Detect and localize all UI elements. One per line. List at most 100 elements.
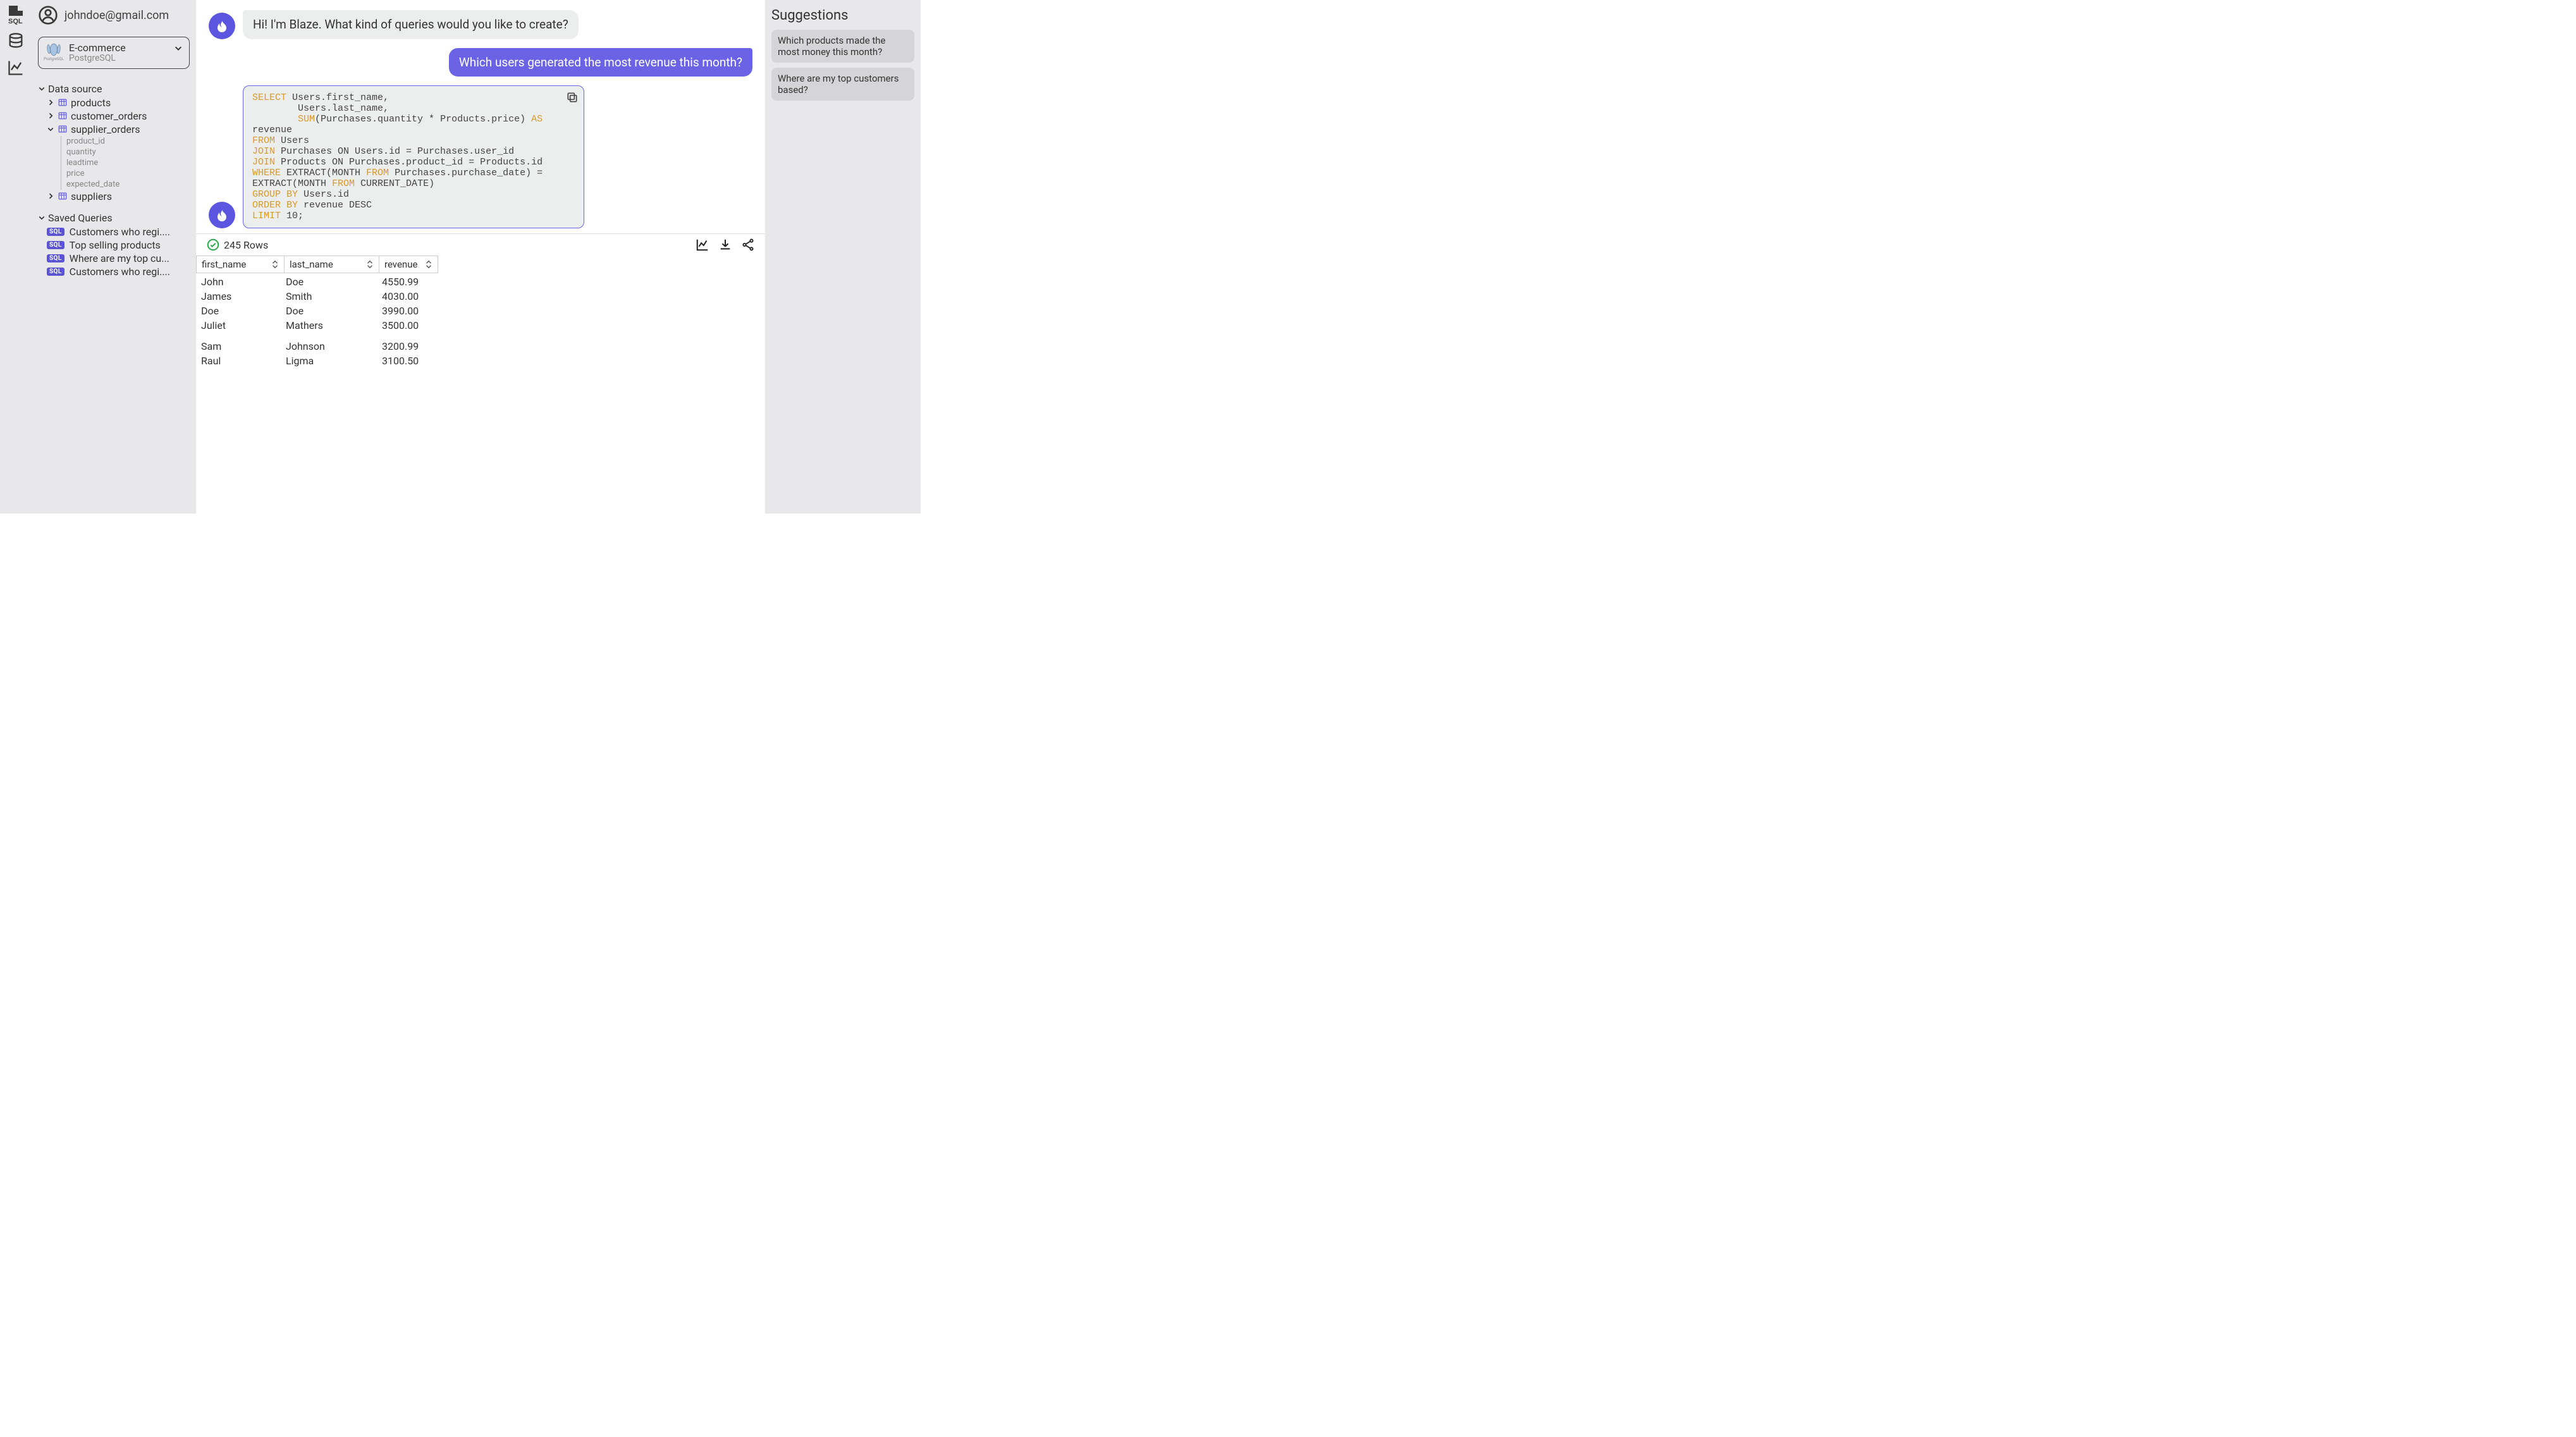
table-icon [58, 192, 67, 200]
table-item[interactable]: suppliers [38, 190, 190, 203]
column-item[interactable]: expected_date [66, 179, 190, 190]
postgresql-logo-icon: PostgreSQL [45, 43, 63, 62]
chevron-icon [47, 125, 54, 133]
column-item[interactable]: product_id [66, 136, 190, 147]
data-source-header[interactable]: Data source [38, 83, 190, 95]
table-row[interactable]: JamesSmith4030.00 [196, 289, 765, 304]
user-info[interactable]: johndoe@gmail.com [38, 5, 190, 25]
database-selector[interactable]: PostgreSQL E-commerce PostgreSQL [38, 37, 190, 69]
column-list: product_idquantityleadtimepriceexpected_… [61, 136, 190, 190]
sidebar: johndoe@gmail.com PostgreSQL E-commerce … [32, 0, 196, 514]
chevron-down-icon [38, 85, 46, 92]
table-name: customer_orders [71, 110, 147, 122]
column-label: last_name [290, 259, 333, 270]
cell-first-name: Juliet [196, 319, 285, 331]
cell-first-name: Raul [196, 355, 285, 367]
table-item[interactable]: products [38, 96, 190, 109]
saved-query-label: Customers who regi.... [70, 266, 170, 278]
saved-query-label: Customers who regi.... [70, 226, 170, 238]
db-name: E-commerce [69, 42, 126, 54]
chevron-icon [47, 192, 54, 200]
chart-icon[interactable] [696, 238, 709, 252]
chevron-down-icon [38, 214, 46, 221]
table-icon [58, 98, 67, 107]
suggestions-panel: Suggestions Which products made the most… [765, 0, 921, 514]
cell-revenue: 3100.50 [379, 355, 438, 367]
sort-icon[interactable] [425, 260, 432, 269]
column-item[interactable]: leadtime [66, 157, 190, 168]
table-name: suppliers [71, 190, 112, 202]
sql-badge-icon: SQL [47, 241, 64, 249]
user-bubble: Which users generated the most revenue t… [449, 48, 752, 77]
column-header[interactable]: revenue [379, 256, 438, 273]
chevron-icon [47, 99, 54, 106]
sort-icon[interactable] [271, 260, 279, 269]
cell-first-name: Sam [196, 340, 285, 352]
column-header[interactable]: first_name [196, 256, 285, 273]
table-row[interactable]: SamJohnson3200.99 [196, 339, 765, 354]
column-header[interactable]: last_name [285, 256, 379, 273]
table-row[interactable]: RaulLigma3100.50 [196, 354, 765, 368]
saved-query-label: Top selling products [70, 239, 161, 251]
cell-revenue: 3500.00 [379, 319, 438, 331]
saved-queries-header[interactable]: Saved Queries [38, 212, 190, 224]
saved-queries-label: Saved Queries [48, 212, 113, 224]
cell-last-name: Doe [285, 276, 379, 288]
share-icon[interactable] [741, 238, 755, 252]
blaze-avatar-icon [209, 13, 235, 39]
chart-line-icon[interactable] [5, 57, 27, 78]
table-row[interactable]: JulietMathers3500.00 [196, 318, 765, 333]
results-bar: 245 Rows [196, 233, 765, 256]
table-name: products [71, 97, 111, 109]
sql-code-block[interactable]: SELECT Users.first_name, Users.last_name… [243, 85, 584, 228]
cell-last-name: Ligma [285, 355, 379, 367]
cell-last-name: Johnson [285, 340, 379, 352]
sql-badge-icon: SQL [47, 268, 64, 276]
suggestion-item[interactable]: Where are my top customers based? [771, 68, 914, 101]
saved-query-item[interactable]: SQL Top selling products [38, 238, 190, 252]
cell-first-name: John [196, 276, 285, 288]
column-label: first_name [202, 259, 246, 270]
table-item[interactable]: customer_orders [38, 109, 190, 123]
table-row[interactable]: DoeDoe3990.00 [196, 304, 765, 318]
suggestion-item[interactable]: Which products made the most money this … [771, 30, 914, 63]
download-icon[interactable] [718, 238, 732, 252]
copy-icon[interactable] [566, 91, 579, 104]
db-type: PostgreSQL [69, 54, 126, 63]
cell-last-name: Doe [285, 305, 379, 317]
sql-badge-icon: SQL [47, 254, 64, 262]
blaze-avatar-icon [209, 202, 235, 228]
data-source-label: Data source [48, 83, 102, 95]
saved-query-item[interactable]: SQL Customers who regi.... [38, 225, 190, 238]
cell-last-name: Mathers [285, 319, 379, 331]
suggestions-list: Which products made the most money this … [771, 30, 914, 101]
check-circle-icon [206, 238, 220, 252]
chevron-icon [47, 112, 54, 120]
suggestions-title: Suggestions [771, 8, 914, 23]
table-item[interactable]: supplier_orders [38, 123, 190, 136]
sql-badge-icon: SQL [47, 228, 64, 236]
chat-area: Hi! I'm Blaze. What kind of queries woul… [196, 0, 765, 233]
table-header: first_name last_name revenue [196, 256, 765, 273]
user-avatar-icon [38, 5, 58, 25]
user-email: johndoe@gmail.com [64, 9, 169, 22]
sort-icon[interactable] [366, 260, 374, 269]
database-icon[interactable] [5, 30, 27, 52]
column-item[interactable]: price [66, 168, 190, 179]
column-item[interactable]: quantity [66, 147, 190, 157]
table-row[interactable]: JohnDoe4550.99 [196, 274, 765, 289]
saved-queries-list: SQL Customers who regi.... SQL Top selling … [38, 225, 190, 278]
svg-text:SQL: SQL [8, 18, 23, 25]
cell-revenue: 4030.00 [379, 290, 438, 302]
nav-rail: SQL [0, 0, 32, 514]
table-tree: productscustomer_orderssupplier_orderspr… [38, 96, 190, 203]
table-icon [58, 125, 67, 133]
saved-query-label: Where are my top cu... [70, 252, 169, 264]
sql-file-icon[interactable]: SQL [5, 4, 27, 25]
table-icon [58, 111, 67, 120]
cell-last-name: Smith [285, 290, 379, 302]
saved-query-item[interactable]: SQL Where are my top cu... [38, 252, 190, 265]
saved-query-item[interactable]: SQL Customers who regi.... [38, 265, 190, 278]
assistant-bubble: Hi! I'm Blaze. What kind of queries woul… [243, 10, 579, 39]
user-message-row: Which users generated the most revenue t… [209, 48, 752, 77]
